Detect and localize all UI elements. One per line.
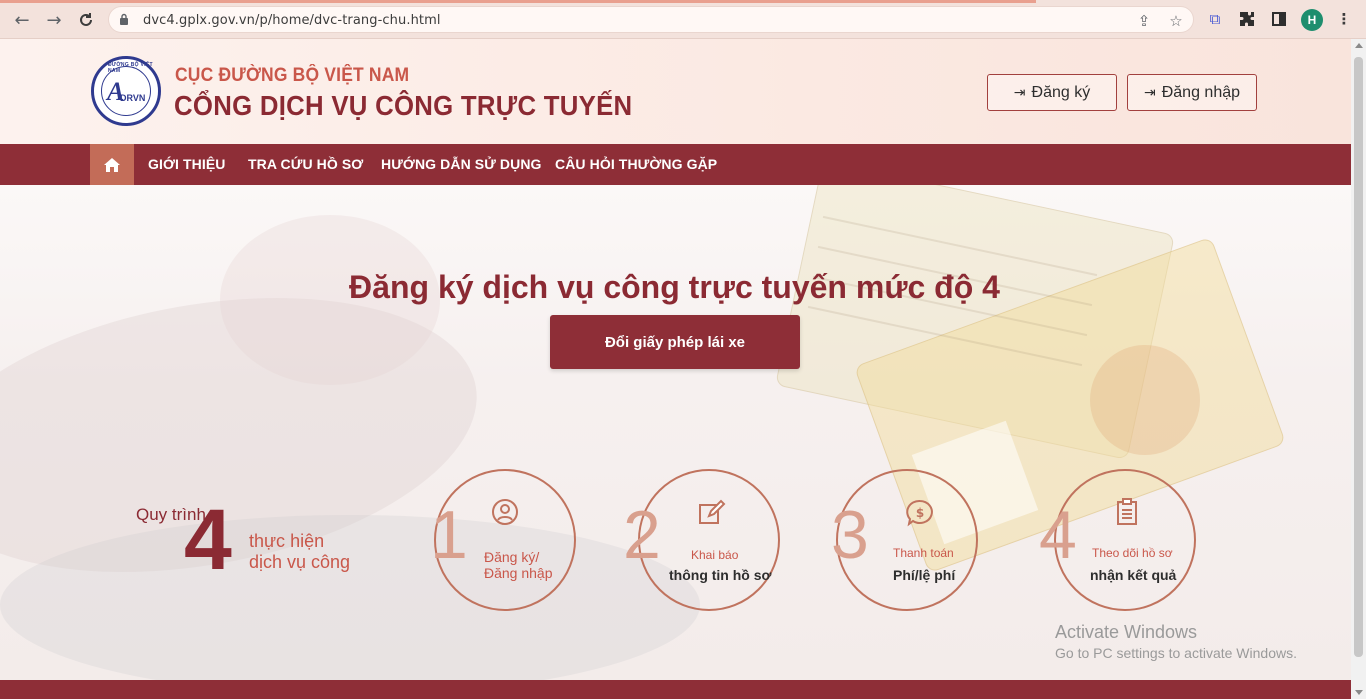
drvn-logo[interactable]: ĐƯỜNG BỘ VIỆT NAM A DRVN — [91, 56, 161, 126]
address-bar[interactable]: dvc4.gplx.gov.vn/p/home/dvc-trang-chu.ht… — [108, 6, 1194, 33]
hero-title: Đăng ký dịch vụ công trực tuyến mức độ 4 — [349, 269, 1000, 305]
bookmark-star-icon[interactable]: ☆ — [1167, 12, 1185, 30]
step-3-line1: Thanh toán — [893, 546, 954, 560]
step-2-digit: 2 — [623, 497, 661, 573]
page-load-progress — [0, 0, 1036, 3]
step-4-line1: Theo dõi hồ sơ — [1092, 546, 1173, 560]
menu-kebab-icon[interactable]: ⋮ — [1334, 9, 1354, 29]
login-button-label: Đăng nhập — [1161, 83, 1241, 101]
activate-windows-title: Activate Windows — [1055, 622, 1198, 642]
step-2-line1: Khai báo — [691, 548, 739, 562]
login-button[interactable]: ⇥ Đăng nhập — [1127, 74, 1257, 111]
portal-title: CỔNG DỊCH VỤ CÔNG TRỰC TUYẾN — [174, 90, 633, 121]
step-1-digit: 1 — [430, 497, 468, 573]
share-icon[interactable]: ⇪ — [1135, 12, 1153, 30]
org-name: CỤC ĐƯỜNG BỘ VIỆT NAM — [175, 65, 410, 86]
back-icon[interactable]: ← — [10, 8, 34, 32]
main-nav: GIỚI THIỆU TRA CỨU HỒ SƠ HƯỚNG DẪN SỬ DỤ… — [0, 144, 1351, 185]
nav-tra-cuu-ho-so[interactable]: TRA CỨU HỒ SƠ — [248, 144, 363, 185]
nav-huong-dan-su-dung[interactable]: HƯỚNG DẪN SỬ DỤNG — [381, 144, 542, 185]
dollar-icon: $ — [906, 499, 933, 527]
lock-icon — [120, 13, 128, 25]
scrollbar-thumb[interactable] — [1354, 57, 1363, 657]
reload-icon[interactable] — [74, 8, 98, 32]
scroll-up-icon[interactable] — [1355, 43, 1363, 48]
side-panel-icon[interactable] — [1269, 9, 1289, 29]
site-header: ĐƯỜNG BỘ VIỆT NAM A DRVN CỤC ĐƯỜNG BỘ VI… — [0, 39, 1351, 144]
nav-cau-hoi-thuong-gap[interactable]: CÂU HỎI THƯỜNG GẶP — [555, 144, 717, 185]
forward-icon[interactable]: → — [42, 8, 66, 32]
user-icon — [492, 499, 518, 525]
sign-in-icon: ⇥ — [1143, 84, 1156, 101]
extension-translate-icon[interactable]: ⧉ — [1205, 9, 1225, 29]
sign-out-icon: ⇥ — [1013, 84, 1026, 101]
activate-windows-subtitle: Go to PC settings to activate Windows. — [1055, 645, 1297, 661]
scroll-down-icon[interactable] — [1355, 690, 1363, 695]
step-3-line2: Phí/lệ phí — [893, 567, 956, 583]
renew-license-button[interactable]: Đổi giấy phép lái xe — [550, 315, 800, 369]
logo-text: DRVN — [120, 93, 146, 103]
process-line2: dịch vụ công — [249, 552, 351, 572]
license-seal — [1090, 345, 1200, 455]
register-button[interactable]: ⇥ Đăng ký — [987, 74, 1117, 111]
step-2-line2: thông tin hồ sơ — [669, 567, 772, 583]
process-line1: thực hiện — [249, 531, 325, 551]
step-1-line1: Đăng ký/ — [484, 549, 540, 565]
step-1-line2: Đăng nhập — [484, 565, 553, 581]
page-scrollbar[interactable] — [1351, 39, 1366, 699]
extensions-puzzle-icon[interactable] — [1237, 9, 1257, 29]
clipboard-icon — [1117, 498, 1137, 525]
logo-arc-text: ĐƯỜNG BỘ VIỆT NAM — [108, 62, 153, 74]
url-text: dvc4.gplx.gov.vn/p/home/dvc-trang-chu.ht… — [143, 13, 441, 28]
background-keyboard — [0, 515, 700, 680]
home-button[interactable] — [90, 144, 134, 185]
hero-banner: Đăng ký dịch vụ công trực tuyến mức độ 4… — [0, 185, 1351, 680]
edit-icon — [699, 499, 726, 524]
process-number: 4 — [184, 492, 232, 588]
nav-gioi-thieu[interactable]: GIỚI THIỆU — [148, 144, 226, 185]
profile-avatar[interactable]: H — [1301, 9, 1323, 31]
step-4-digit: 4 — [1039, 497, 1077, 573]
svg-text:$: $ — [916, 506, 924, 520]
register-button-label: Đăng ký — [1031, 83, 1091, 101]
step-4-line2: nhận kết quả — [1090, 567, 1177, 583]
browser-toolbar: ← → dvc4.gplx.gov.vn/p/home/dvc-trang-ch… — [0, 0, 1366, 39]
step-3-digit: 3 — [831, 497, 869, 573]
page-viewport: ĐƯỜNG BỘ VIỆT NAM A DRVN CỤC ĐƯỜNG BỘ VI… — [0, 39, 1351, 699]
home-icon — [104, 157, 120, 172]
footer-bar — [0, 680, 1351, 699]
